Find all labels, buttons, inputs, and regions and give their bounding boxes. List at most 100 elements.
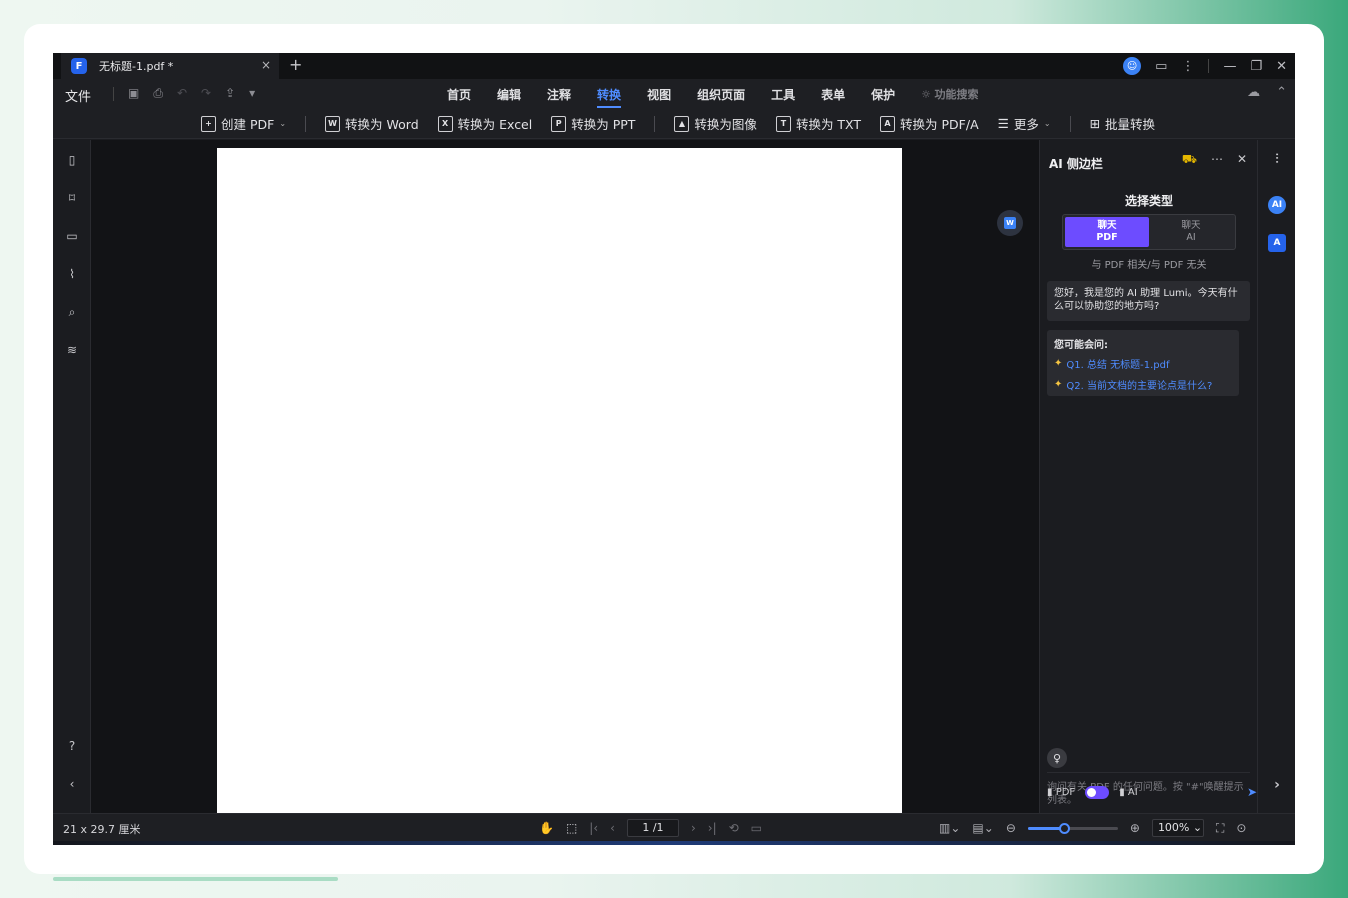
collapse-status-icon[interactable]: ⊙ — [1236, 821, 1246, 835]
translate-icon[interactable]: A — [1268, 234, 1286, 252]
more-horizontal-icon[interactable]: ⋯ — [1211, 152, 1223, 168]
close-icon[interactable]: ✕ — [1276, 59, 1287, 74]
word-icon: W — [325, 115, 341, 132]
print-icon[interactable]: ⎙ — [153, 86, 163, 101]
first-page-icon[interactable]: |‹ — [589, 821, 598, 835]
to-image-button[interactable]: ▲ 转换为图像 — [674, 114, 757, 133]
menu-forms[interactable]: 表单 — [821, 86, 845, 103]
suggested-question[interactable]: ✦ Q1. 总结 无标题-1.pdf — [1054, 356, 1232, 371]
to-word-label: 转换为 Word — [345, 117, 419, 132]
select-tool-icon[interactable]: ⬚ — [566, 821, 577, 835]
settings-sliders-icon[interactable]: ⫶ — [1268, 150, 1286, 168]
minimize-icon[interactable]: — — [1223, 59, 1236, 74]
redo-icon[interactable]: ↷ — [201, 86, 211, 101]
hand-tool-icon[interactable]: ✋ — [539, 821, 554, 835]
prompt-tips-icon[interactable]: ♀ — [1047, 748, 1067, 768]
menu-organize-pages[interactable]: 组织页面 — [697, 86, 745, 103]
file-menu[interactable]: 文件 — [65, 86, 91, 105]
mode-switch[interactable] — [1085, 785, 1110, 799]
previous-page-icon[interactable]: ‹ — [610, 821, 615, 835]
accent-bar — [53, 877, 338, 881]
bottom-glow — [53, 841, 1295, 845]
undo-icon[interactable]: ↶ — [177, 86, 187, 101]
next-page-icon[interactable]: › — [691, 821, 696, 835]
chevron-right-icon[interactable]: › — [1268, 776, 1286, 794]
to-txt-button[interactable]: T 转换为 TXT — [775, 114, 861, 133]
ai-sidebar: AI 侧边栏 ⛟ ⋯ ✕ 选择类型 聊天 PDF 聊天 AI 与 PDF 相关/… — [1039, 140, 1257, 813]
rotate-icon[interactable]: ⟲ — [729, 821, 739, 835]
help-icon[interactable]: ? — [64, 738, 80, 754]
pdf-page[interactable] — [217, 148, 902, 813]
question-text: Q1. 总结 无标题-1.pdf — [1066, 360, 1170, 371]
reading-mode-icon[interactable]: ▤⌄ — [972, 821, 993, 835]
save-icon[interactable]: ▣ — [128, 86, 139, 101]
collapse-ribbon-icon[interactable]: ⌃ — [1276, 85, 1287, 100]
share-icon[interactable]: ⇪ — [225, 86, 235, 101]
chat-pdf-option[interactable]: 聊天 PDF — [1065, 217, 1149, 247]
assistant-greeting: 您好，我是您的 AI 助理 Lumi。今天有什么可以协助您的地方吗? — [1047, 281, 1250, 321]
lightbulb-icon: ☼ — [921, 88, 932, 101]
to-excel-button[interactable]: X 转换为 Excel — [437, 114, 532, 133]
more-vertical-icon[interactable]: ⋮ — [1181, 59, 1194, 74]
search-icon[interactable]: ⌕ — [64, 304, 80, 320]
zoom-value: 100% — [1157, 821, 1190, 834]
dropdown-icon[interactable]: ▾ — [249, 86, 255, 101]
menu-annotate[interactable]: 注释 — [547, 86, 571, 103]
document-viewport[interactable]: W — [91, 140, 1039, 813]
menu-right-icons: ☁ ⌃ — [1247, 85, 1287, 100]
pdf-mode-icon: ▮ — [1047, 786, 1053, 798]
create-pdf-button[interactable]: + 创建 PDF ⌄ — [201, 114, 286, 133]
bookmark-icon[interactable]: ⌑ — [64, 190, 80, 206]
convert-to-word-float-button[interactable]: W — [997, 210, 1023, 236]
zoom-slider[interactable] — [1027, 822, 1118, 834]
menu-view[interactable]: 视图 — [647, 86, 671, 103]
feature-search[interactable]: ☼ 功能搜索 — [921, 86, 978, 103]
sparkle-icon: ✦ — [1054, 379, 1063, 390]
to-ppt-button[interactable]: P 转换为 PPT — [551, 114, 635, 133]
status-bar: 21 x 29.7 厘米 ✋ ⬚ |‹ ‹ 1 /1 › ›| ⟲ ▭ ▥⌄ ▤… — [53, 813, 1295, 841]
page-layout-icon[interactable]: ▥⌄ — [939, 821, 960, 835]
menu-convert[interactable]: 转换 — [597, 86, 622, 108]
restore-icon[interactable]: ❐ — [1250, 59, 1262, 74]
cloud-upload-icon[interactable]: ☁ — [1247, 85, 1260, 100]
zoom-slider-handle[interactable] — [1058, 822, 1070, 834]
tab-close-icon[interactable]: × — [261, 58, 271, 72]
suggested-question[interactable]: ✦ Q2. 当前文档的主要论点是什么? — [1054, 377, 1232, 392]
document-tab[interactable]: F 无标题-1.pdf * × — [61, 53, 279, 79]
convert-toolbar: + 创建 PDF ⌄ W 转换为 Word X 转换为 Excel P 转换为 … — [53, 109, 1295, 139]
comment-icon[interactable]: ▭ — [64, 228, 80, 244]
page-number-input[interactable]: 1 /1 — [626, 819, 679, 837]
menu-tools[interactable]: 工具 — [771, 86, 795, 103]
more-button[interactable]: ☰ 更多 ⌄ — [998, 114, 1051, 133]
send-icon[interactable]: ➤ — [1247, 785, 1257, 799]
to-pdfa-button[interactable]: A 转换为 PDF/A — [880, 114, 979, 133]
account-icon[interactable]: ☺ — [1123, 57, 1142, 75]
feedback-icon[interactable]: ▭ — [1155, 59, 1167, 74]
cart-icon[interactable]: ⛟ — [1182, 152, 1197, 168]
batch-convert-button[interactable]: ⊞ 批量转换 — [1090, 114, 1156, 133]
last-page-icon[interactable]: ›| — [708, 821, 717, 835]
choose-type-heading: 选择类型 — [1124, 194, 1173, 208]
fullscreen-icon[interactable]: ⛶ — [1216, 821, 1224, 836]
zoom-in-icon[interactable]: ⊕ — [1130, 821, 1140, 835]
chat-ai-option[interactable]: 聊天 AI — [1149, 217, 1233, 247]
new-tab-button[interactable]: + — [289, 55, 302, 74]
app-logo-icon: F — [71, 58, 87, 74]
menu-edit[interactable]: 编辑 — [497, 86, 521, 103]
chat-ai-line2: AI — [1186, 232, 1196, 243]
left-sidebar: ▯ ⌑ ▭ ⌇ ⌕ ≋ ? ‹ — [53, 140, 91, 813]
to-word-button[interactable]: W 转换为 Word — [325, 114, 419, 133]
zoom-select[interactable]: 100% ⌄ — [1151, 819, 1204, 837]
page-thumbnail-icon[interactable]: ▯ — [64, 152, 80, 168]
close-icon[interactable]: ✕ — [1237, 152, 1247, 168]
chevron-left-icon[interactable]: ‹ — [64, 776, 80, 792]
toolbar-items: + 创建 PDF ⌄ W 转换为 Word X 转换为 Excel P 转换为 … — [201, 114, 1155, 133]
ai-assistant-icon[interactable]: AI — [1268, 196, 1286, 214]
fit-page-icon[interactable]: ▭ — [751, 821, 762, 835]
menu-home[interactable]: 首页 — [447, 86, 471, 103]
image-icon: ▲ — [674, 115, 690, 132]
menu-protect[interactable]: 保护 — [871, 86, 895, 103]
layers-icon[interactable]: ≋ — [64, 342, 80, 358]
attachment-icon[interactable]: ⌇ — [64, 266, 80, 282]
zoom-out-icon[interactable]: ⊖ — [1006, 821, 1016, 835]
